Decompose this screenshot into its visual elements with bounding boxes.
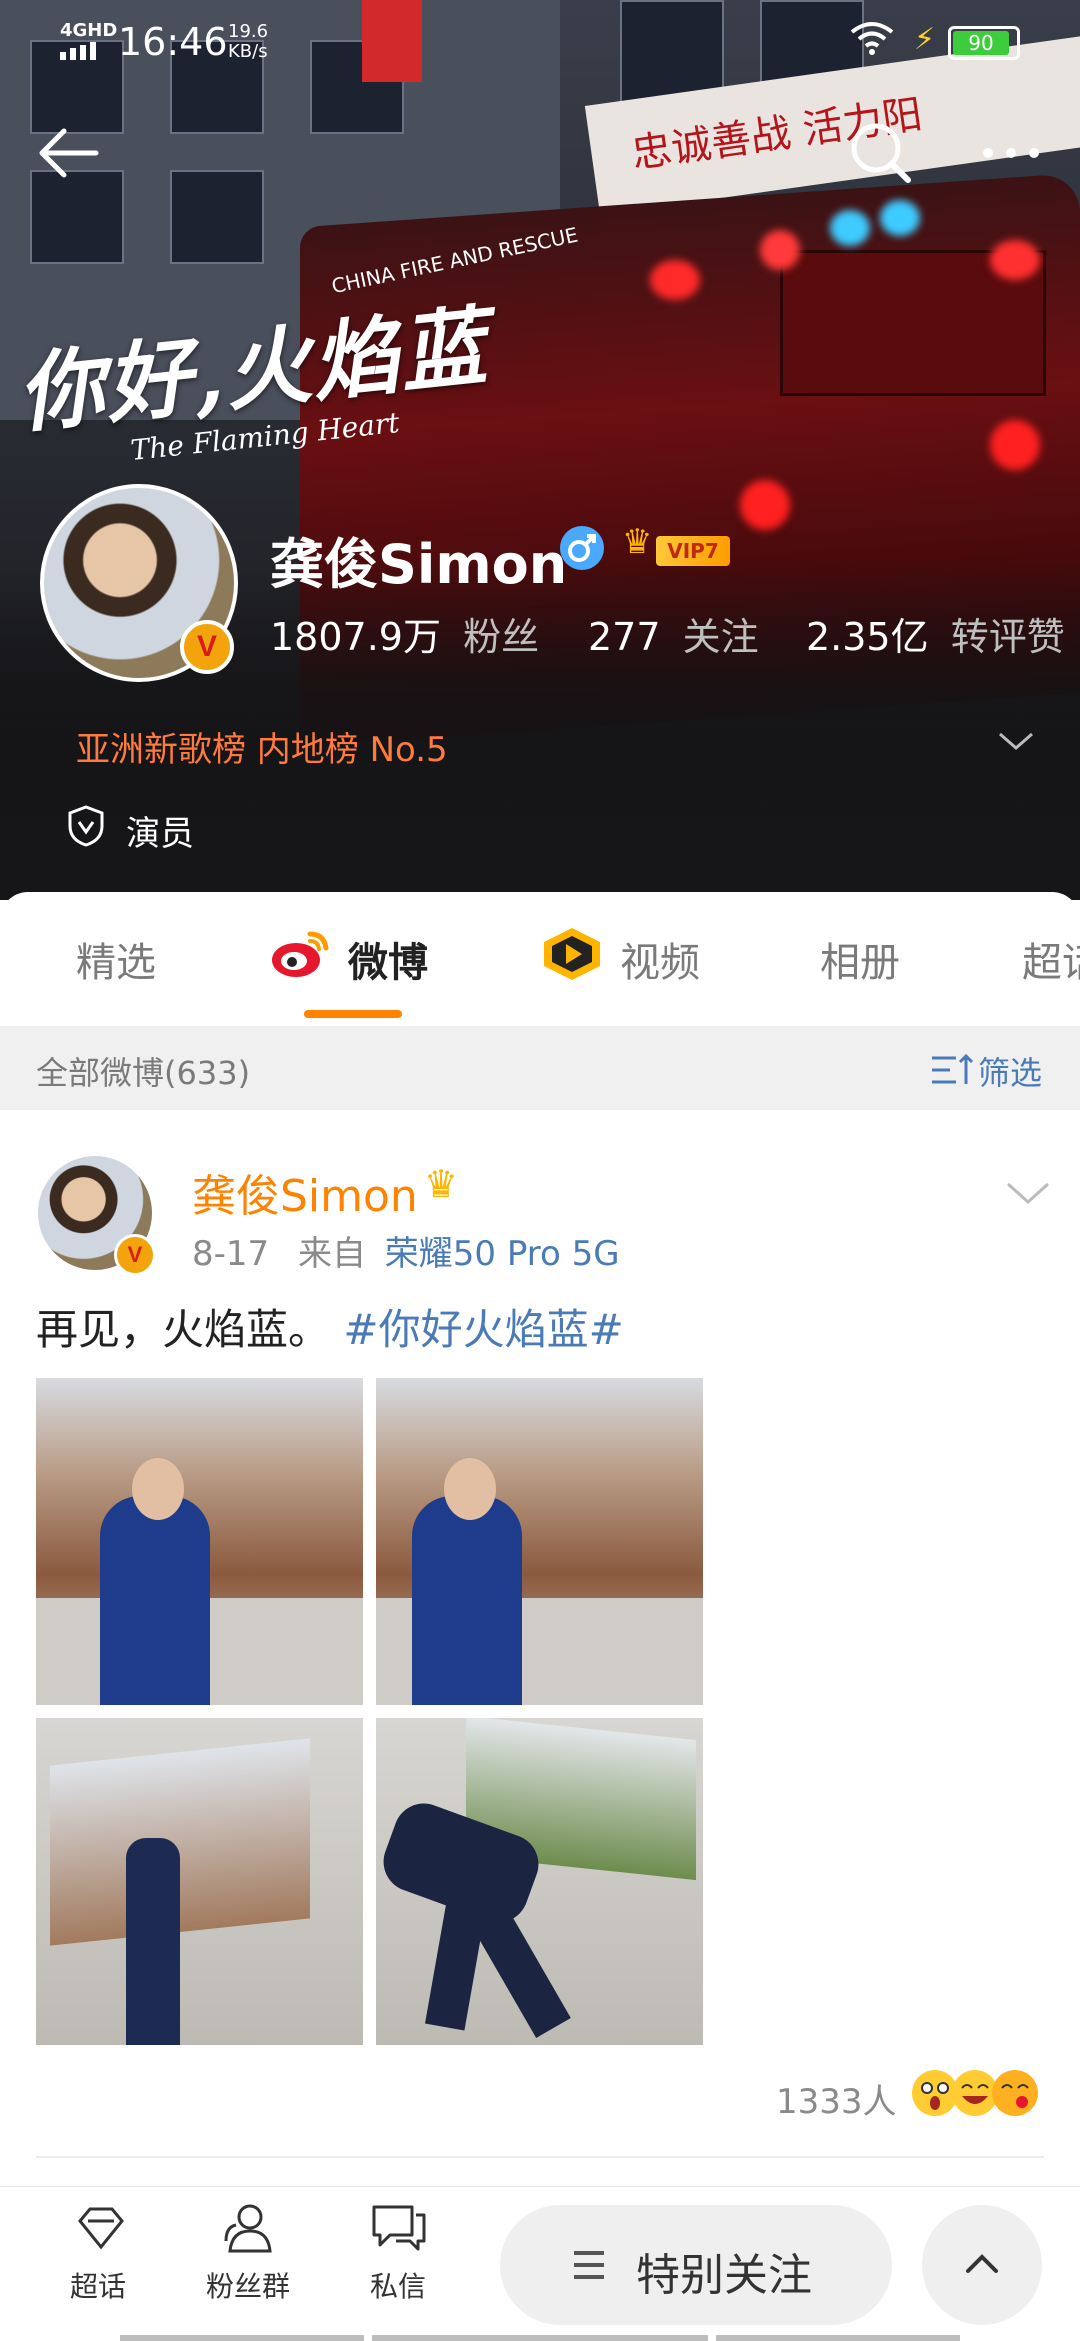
special-follow-label: 特别关注 (636, 2250, 812, 2301)
gesture-bar (716, 2335, 960, 2341)
battery-icon: 90 (948, 26, 1020, 60)
fans-group-label: 粉丝群 (205, 2270, 290, 2303)
speed-unit: KB/s (228, 41, 268, 62)
video-icon (540, 926, 604, 982)
person-figure (412, 1496, 522, 1705)
stat-engagement[interactable]: 2.35亿 转评赞 (806, 606, 1065, 661)
chevron-down-icon[interactable] (996, 726, 1036, 756)
post-menu-chevron-icon[interactable] (1004, 1176, 1052, 1210)
chart-rank[interactable]: 亚洲新歌榜 内地榜 No.5 (76, 722, 448, 771)
crown-icon: ♛ (424, 1162, 459, 1206)
kiss-emoji-icon (992, 2070, 1038, 2116)
back-arrow-icon[interactable] (34, 118, 104, 188)
post-text-plain: 再见，火焰蓝。 (36, 1305, 331, 1354)
divider (36, 2156, 1044, 2158)
profile-tabs: 精选 微博 视频 相册 超话 (0, 892, 1080, 1026)
post-source-device[interactable]: 荣耀50 Pro 5G (385, 1234, 620, 1274)
charging-icon: ⚡ (914, 22, 936, 57)
stat-following[interactable]: 277 关注 (588, 606, 759, 661)
male-icon (560, 526, 604, 570)
stat-label: 关注 (682, 615, 759, 659)
reaction-count[interactable]: 1333人 (776, 2074, 897, 2123)
person-figure (100, 1496, 210, 1705)
stat-label: 转评赞 (950, 615, 1065, 659)
private-message-button[interactable]: 私信 (338, 2201, 458, 2331)
post-photo-1[interactable] (36, 1378, 363, 1705)
siren-light (880, 200, 920, 236)
window-opening (50, 1738, 310, 1946)
signal-icon (60, 42, 104, 60)
weibo-logo-icon (270, 928, 332, 980)
red-banner (362, 0, 422, 82)
clock: 16:46 (118, 20, 228, 64)
person-face (132, 1458, 184, 1520)
stat-value: 1807.9万 (270, 615, 441, 659)
post-photo-4[interactable] (376, 1718, 703, 2045)
stat-value: 2.35亿 (806, 615, 929, 659)
post-count-label: 全部微博(633) (36, 1054, 251, 1092)
post-photo-3[interactable] (36, 1718, 363, 2045)
tab-weibo[interactable]: 微博 (348, 930, 428, 988)
tab-featured[interactable]: 精选 (76, 930, 156, 988)
post-photo-2[interactable] (376, 1378, 703, 1705)
speed-indicator: 19.6 KB/s (228, 22, 268, 62)
post-hashtag[interactable]: #你好火焰蓝# (343, 1305, 623, 1354)
tab-album[interactable]: 相册 (820, 930, 900, 988)
siren-light (650, 260, 700, 300)
siren-light (830, 210, 870, 246)
wifi-icon (850, 20, 894, 56)
stat-value: 277 (588, 615, 661, 659)
more-icon[interactable] (976, 118, 1046, 188)
siren-light (760, 230, 800, 270)
person-figure (126, 1838, 180, 2045)
post-source-prefix: 来自 (297, 1234, 366, 1274)
super-topic-label: 超话 (69, 2270, 126, 2303)
scroll-to-top-button[interactable] (922, 2205, 1042, 2325)
post-date: 8-17 (192, 1234, 270, 1274)
gesture-bar (372, 2335, 708, 2341)
post-meta: 8-17 来自 荣耀50 Pro 5G (192, 1226, 620, 1275)
tail-light (990, 420, 1040, 470)
speed-value: 19.6 (228, 21, 269, 42)
siren-light (990, 240, 1040, 280)
bottom-bar: 超话 粉丝群 私信 特别关注 (0, 2186, 1080, 2341)
building-window (170, 170, 264, 264)
verified-badge: V (180, 620, 234, 674)
vip-badge[interactable]: VIP7 (656, 536, 730, 566)
stat-fans[interactable]: 1807.9万 粉丝 (270, 606, 539, 661)
gesture-bar (120, 2335, 364, 2341)
post-card[interactable]: V 龚俊Simon ♛ 8-17 来自 荣耀50 Pro 5G 再见，火焰蓝。 … (0, 1110, 1080, 2186)
message-icon (370, 2201, 428, 2255)
filter-bar: 全部微博(633) 筛选 (0, 1026, 1080, 1110)
tab-video[interactable]: 视频 (620, 930, 700, 988)
private-message-label: 私信 (369, 2270, 426, 2303)
tab-super-topic[interactable]: 超话 (1022, 930, 1080, 988)
active-tab-indicator (304, 1010, 402, 1018)
battery-level: 90 (953, 31, 1009, 55)
profile-header: 忠诚善战 活力阳 CHINA FIRE AND RESCUE 你好,火焰蓝 Th… (0, 0, 1080, 900)
chevron-up-icon (962, 2249, 1002, 2279)
tail-light (740, 480, 790, 530)
shield-icon (66, 804, 106, 848)
vip-crown-icon: ♛ (622, 522, 653, 562)
post-author-name[interactable]: 龚俊Simon (192, 1160, 418, 1224)
verified-badge: V (114, 1234, 156, 1276)
fans-group-icon (218, 2201, 278, 2255)
diamond-icon (74, 2201, 128, 2255)
super-topic-button[interactable]: 超话 (38, 2201, 158, 2331)
filter-button[interactable]: 筛选 (978, 1048, 1042, 1094)
network-indicator: 4GHD (60, 20, 118, 41)
role-label: 演员 (126, 814, 194, 854)
fans-group-button[interactable]: 粉丝群 (188, 2201, 308, 2331)
post-text: 再见，火焰蓝。 #你好火焰蓝# (36, 1296, 624, 1357)
special-follow-button[interactable]: 特别关注 (500, 2205, 892, 2325)
profile-name: 龚俊Simon (270, 533, 568, 596)
filter-icon[interactable] (930, 1052, 974, 1088)
person-face (444, 1458, 496, 1520)
search-icon[interactable] (846, 118, 916, 188)
list-icon (572, 2247, 606, 2283)
stat-label: 粉丝 (463, 615, 540, 659)
